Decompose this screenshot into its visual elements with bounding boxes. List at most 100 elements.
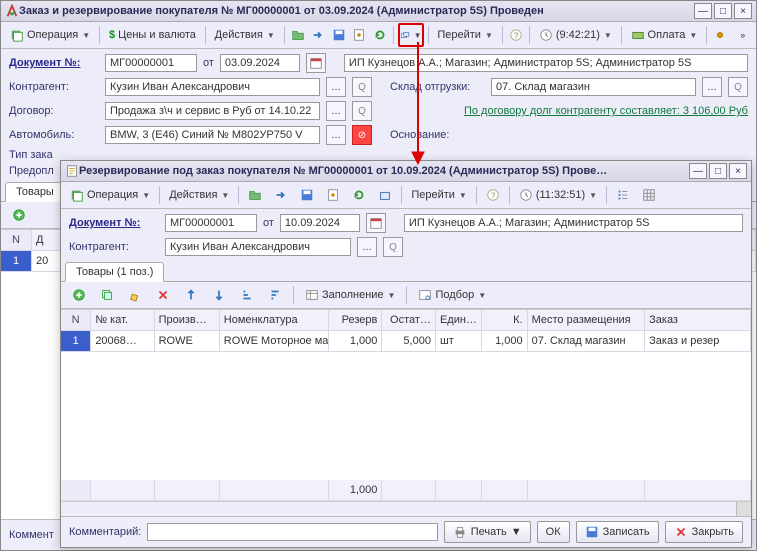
- pay-menu[interactable]: Оплата▼: [626, 24, 703, 46]
- action-icon-3[interactable]: [329, 24, 347, 46]
- col-ord[interactable]: Заказ: [645, 310, 751, 330]
- actions-menu[interactable]: Действия▼: [164, 184, 234, 206]
- car-select-button[interactable]: …: [326, 125, 346, 145]
- reservation-icon: [400, 28, 410, 42]
- add-row-button[interactable]: [67, 284, 91, 306]
- fill-menu[interactable]: Заполнение▼: [300, 284, 400, 306]
- ticon-4[interactable]: [321, 184, 345, 206]
- print-button[interactable]: Печать▼: [444, 521, 531, 543]
- maximize-button[interactable]: □: [709, 163, 727, 179]
- col-n[interactable]: N: [61, 310, 91, 330]
- move-down-button[interactable]: [207, 284, 231, 306]
- script-icon: [326, 188, 340, 202]
- help-button[interactable]: ?: [481, 184, 505, 206]
- doc-date-field[interactable]: 03.09.2024: [220, 54, 300, 72]
- doc-number-field[interactable]: МГ00000001: [165, 214, 257, 232]
- add-row-button[interactable]: [7, 204, 31, 226]
- ticon-5[interactable]: [347, 184, 371, 206]
- col-res[interactable]: Резерв: [329, 310, 383, 330]
- close-button[interactable]: ×: [729, 163, 747, 179]
- col-mfr[interactable]: Произв…: [155, 310, 220, 330]
- time-menu[interactable]: (11:32:51)▼: [514, 184, 602, 206]
- action-icon-5[interactable]: [370, 24, 388, 46]
- maximize-button[interactable]: □: [714, 3, 732, 19]
- folder-icon: [248, 188, 262, 202]
- doc-number-field[interactable]: МГ00000001: [105, 54, 197, 72]
- warehouse-label: Склад отгрузки:: [390, 81, 485, 93]
- clock-icon: [539, 28, 553, 42]
- doc-date-field[interactable]: 10.09.2024: [280, 214, 360, 232]
- save-button[interactable]: Записать: [576, 521, 659, 543]
- toolbar-order: Операция▼ $ Цены и валюта Действия▼ ▼ Пе…: [1, 22, 756, 49]
- org-field[interactable]: ИП Кузнецов А.А.; Магазин; Администратор…: [344, 54, 748, 72]
- extra-icon-1[interactable]: [711, 24, 729, 46]
- car-clear-button[interactable]: ⊘: [352, 125, 372, 145]
- col-nom[interactable]: Номенклатура: [220, 310, 329, 330]
- col-ost[interactable]: Остат…: [382, 310, 436, 330]
- tab-goods[interactable]: Товары: [5, 182, 65, 202]
- counterparty-field[interactable]: Кузин Иван Александрович: [105, 78, 320, 96]
- ok-button[interactable]: ОК: [537, 521, 570, 543]
- car-field[interactable]: BMW, 3 (E46) Синий № М802УР750 V: [105, 126, 320, 144]
- arrow-down-icon: [212, 288, 226, 302]
- action-icon-1[interactable]: [289, 24, 307, 46]
- ticon-7[interactable]: [611, 184, 635, 206]
- overflow-icon[interactable]: »: [734, 24, 752, 46]
- minimize-button[interactable]: —: [694, 3, 712, 19]
- delete-row-button[interactable]: [151, 284, 175, 306]
- sort-desc-button[interactable]: [263, 284, 287, 306]
- warehouse-field[interactable]: 07. Склад магазин: [491, 78, 696, 96]
- ticon-6[interactable]: [373, 184, 397, 206]
- counterparty-select-button[interactable]: …: [357, 237, 377, 257]
- goto-menu[interactable]: Перейти▼: [432, 24, 498, 46]
- move-up-button[interactable]: [179, 284, 203, 306]
- agreement-field[interactable]: Продажа з\ч и сервис в Руб от 14.10.22: [105, 102, 320, 120]
- grid-row[interactable]: 1 20068… ROWE ROWE Моторное масло HI… 1,…: [61, 331, 751, 352]
- ticon-1[interactable]: [243, 184, 267, 206]
- actions-menu[interactable]: Действия▼: [210, 24, 280, 46]
- ticon-2[interactable]: [269, 184, 293, 206]
- col-k[interactable]: К.: [482, 310, 528, 330]
- calendar-button[interactable]: [306, 53, 326, 73]
- counterparty-field[interactable]: Кузин Иван Александрович: [165, 238, 351, 256]
- org-field[interactable]: ИП Кузнецов А.А.; Магазин; Администратор…: [404, 214, 743, 232]
- agreement-select-button[interactable]: …: [326, 101, 346, 121]
- operation-menu[interactable]: Операция▼: [5, 24, 95, 46]
- counterparty-select-button[interactable]: …: [326, 77, 346, 97]
- box-icon: [378, 188, 392, 202]
- counterparty-open-button[interactable]: Q: [383, 237, 403, 257]
- arrow-up-icon: [184, 288, 198, 302]
- copy-row-button[interactable]: [95, 284, 119, 306]
- ticon-3[interactable]: [295, 184, 319, 206]
- prices-button[interactable]: $ Цены и валюта: [104, 24, 201, 46]
- pick-menu[interactable]: Подбор▼: [413, 284, 491, 306]
- counterparty-open-button[interactable]: Q: [352, 77, 372, 97]
- edit-row-button[interactable]: [123, 284, 147, 306]
- comment-field[interactable]: [147, 523, 437, 541]
- action-icon-2[interactable]: [309, 24, 327, 46]
- tab-goods[interactable]: Товары (1 поз.): [65, 262, 164, 282]
- debt-link[interactable]: По договору долг контрагенту составляет:…: [390, 105, 748, 117]
- ticon-8[interactable]: [637, 184, 661, 206]
- help-button[interactable]: ?: [507, 24, 525, 46]
- arrow-right-icon: [311, 28, 325, 42]
- minimize-button[interactable]: —: [689, 163, 707, 179]
- operation-icon: [70, 188, 84, 202]
- window-reservation: Резервирование под заказ покупателя № МГ…: [60, 160, 752, 548]
- operation-menu[interactable]: Операция▼: [65, 184, 155, 206]
- close-button[interactable]: ×: [734, 3, 752, 19]
- warehouse-open-button[interactable]: Q: [728, 77, 748, 97]
- action-icon-4[interactable]: [350, 24, 368, 46]
- agreement-open-button[interactable]: Q: [352, 101, 372, 121]
- warehouse-select-button[interactable]: …: [702, 77, 722, 97]
- goto-menu[interactable]: Перейти▼: [406, 184, 472, 206]
- time-menu[interactable]: (9:42:21)▼: [534, 24, 617, 46]
- h-scrollbar[interactable]: [736, 502, 751, 516]
- sort-asc-button[interactable]: [235, 284, 259, 306]
- col-loc[interactable]: Место размещения: [528, 310, 646, 330]
- calendar-button[interactable]: [366, 213, 386, 233]
- close-button-action[interactable]: Закрыть: [665, 521, 743, 543]
- col-unit[interactable]: Един…: [436, 310, 482, 330]
- search-table-icon: [418, 288, 432, 302]
- col-cat[interactable]: № кат.: [91, 310, 154, 330]
